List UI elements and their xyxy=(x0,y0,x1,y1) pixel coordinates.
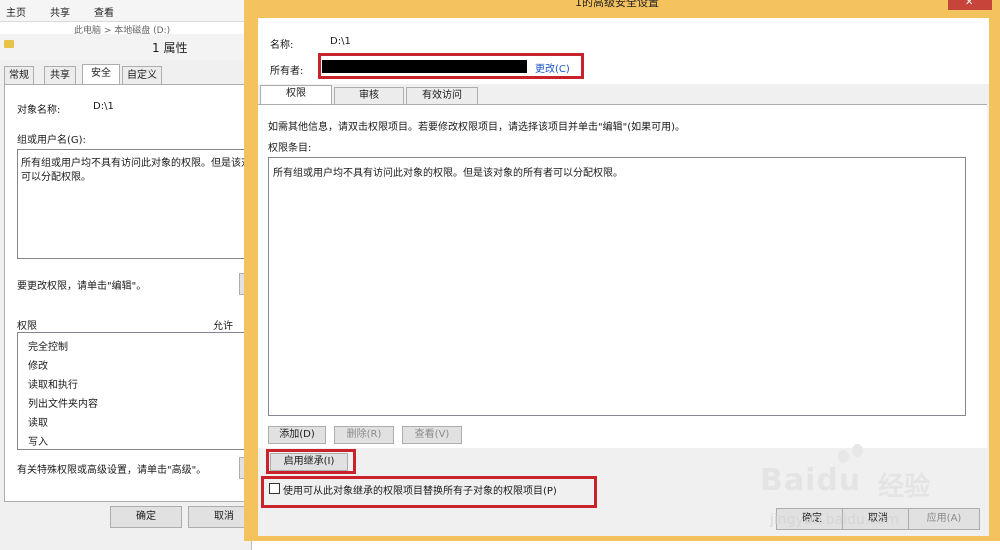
highlight-owner-box xyxy=(318,53,584,79)
add-button[interactable]: 添加(D) xyxy=(268,426,326,444)
properties-title: 1 属性 xyxy=(152,41,188,55)
watermark-cn: 经验 xyxy=(878,472,931,502)
change-permissions-hint: 要更改权限，请单击"编辑"。 xyxy=(17,281,147,292)
perm-read-execute: 读取和执行 xyxy=(28,380,78,391)
watermark-url: jingyan.baidu.com xyxy=(770,512,900,528)
perm-list-folder: 列出文件夹内容 xyxy=(28,399,98,410)
props-ok-button[interactable]: 确定 xyxy=(110,506,182,528)
watermark-brand: Baidu xyxy=(760,463,862,498)
group-empty-line1: 所有组或用户均不具有访问此对象的权限。但是该对 xyxy=(21,158,251,169)
perm-full-control: 完全控制 xyxy=(28,342,68,353)
group-user-label: 组或用户名(G): xyxy=(17,135,86,146)
owner-label: 所有者: xyxy=(270,66,304,77)
group-user-list[interactable]: 所有组或用户均不具有访问此对象的权限。但是该对 可以分配权限。 xyxy=(17,149,253,259)
properties-titlebar: 1 属性 xyxy=(0,34,252,60)
tab-auditing[interactable]: 审核 xyxy=(334,87,404,104)
adv-name-label: 名称: xyxy=(270,40,294,51)
perm-write: 写入 xyxy=(28,437,48,448)
permission-entries-list[interactable]: 所有组或用户均不具有访问此对象的权限。但是该对象的所有者可以分配权限。 xyxy=(268,157,966,416)
ribbon-tab-view[interactable]: 查看 xyxy=(94,4,114,19)
permissions-header-label: 权限 xyxy=(17,321,37,332)
tab-general[interactable]: 常规 xyxy=(4,66,34,84)
explorer-ribbon xyxy=(0,0,250,22)
close-icon: ✕ xyxy=(965,0,974,8)
allow-column-header: 允许 xyxy=(213,321,233,332)
close-button[interactable]: ✕ xyxy=(948,0,992,10)
remove-button[interactable]: 删除(R) xyxy=(334,426,394,444)
adv-name-value: D:\1 xyxy=(330,36,351,47)
object-name-value: D:\1 xyxy=(93,101,114,112)
ribbon-tab-home[interactable]: 主页 xyxy=(6,4,26,19)
tab-sharing[interactable]: 共享 xyxy=(44,66,76,84)
security-tab-panel: 对象名称: D:\1 组或用户名(G): 所有组或用户均不具有访问此对象的权限。… xyxy=(4,84,253,502)
watermark-paw-toe-icon xyxy=(852,444,863,457)
ribbon-tab-share[interactable]: 共享 xyxy=(50,4,70,19)
advanced-security-title: 1的高级安全设置 xyxy=(575,0,659,9)
advanced-hint: 有关特殊权限或高级设置，请单击"高级"。 xyxy=(17,465,207,476)
tab-security[interactable]: 安全 xyxy=(82,64,120,85)
highlight-checkbox-box xyxy=(261,476,597,508)
adv-apply-button[interactable]: 应用(A) xyxy=(908,508,980,530)
adv-info-text: 如需其他信息，请双击权限项目。若要修改权限项目，请选择该项目并单击"编辑"(如果… xyxy=(268,122,686,133)
permission-entries-empty-text: 所有组或用户均不具有访问此对象的权限。但是该对象的所有者可以分配权限。 xyxy=(273,168,623,179)
folder-icon xyxy=(4,40,14,48)
perm-modify: 修改 xyxy=(28,361,48,372)
permission-entries-label: 权限条目: xyxy=(268,143,312,154)
permissions-list[interactable]: 完全控制 修改 读取和执行 列出文件夹内容 读取 写入 xyxy=(17,332,253,450)
tab-permissions[interactable]: 权限 xyxy=(260,85,332,105)
highlight-inheritance-box xyxy=(266,449,356,474)
properties-dialog: 1 属性 常规 共享 安全 自定义 对象名称: D:\1 组或用户名(G): 所… xyxy=(0,34,260,550)
tab-custom[interactable]: 自定义 xyxy=(122,66,162,84)
object-name-label: 对象名称: xyxy=(17,105,61,116)
perm-read: 读取 xyxy=(28,418,48,429)
view-button[interactable]: 查看(V) xyxy=(402,426,462,444)
group-empty-line2: 可以分配权限。 xyxy=(21,172,91,183)
tab-effective-access[interactable]: 有效访问 xyxy=(406,87,478,104)
watermark-paw-icon xyxy=(838,450,849,463)
